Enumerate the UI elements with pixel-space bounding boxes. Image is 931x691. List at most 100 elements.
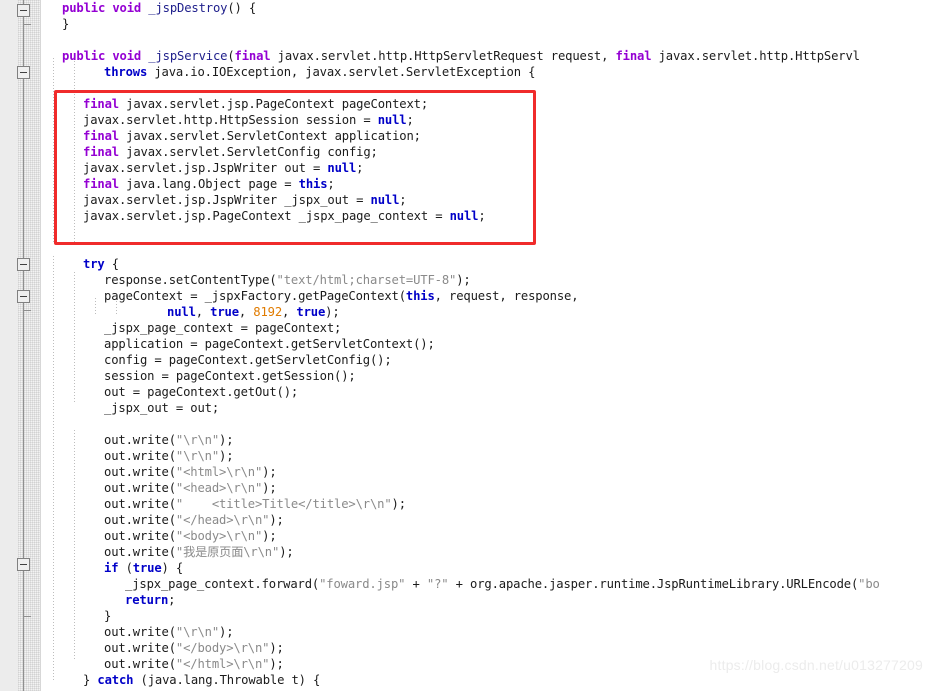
watermark-text: https://blog.csdn.net/u013277209 [709, 657, 923, 673]
code-token: out.write [104, 641, 169, 655]
code-token: ( [118, 561, 133, 575]
code-token: "</html>\r\n" [175, 657, 270, 671]
code-token: _jspx_page_context.forward( [125, 577, 320, 591]
code-token: out.write [104, 657, 169, 671]
code-token: javax.servlet.ServletConfig config; [118, 145, 378, 159]
code-token: (java.lang.Throwable t) { [133, 673, 321, 687]
code-token: ; [327, 177, 335, 191]
code-token: ( [168, 641, 176, 655]
code-token: null [377, 113, 407, 127]
code-token: ); [391, 497, 407, 511]
code-line: session = pageContext.getSession(); [41, 368, 880, 384]
code-token: _jspDestroy [148, 1, 228, 15]
code-token: { [104, 257, 119, 271]
code-token: true [296, 305, 326, 319]
fold-collapse-icon[interactable] [17, 66, 30, 79]
code-token: , request, response, [434, 289, 579, 303]
code-line: out.write("\r\n"); [41, 432, 880, 448]
code-token: } [104, 609, 112, 623]
code-token: final [83, 177, 119, 191]
code-token: out.write [104, 545, 169, 559]
fold-collapse-icon[interactable] [17, 258, 30, 271]
code-text-area[interactable]: public void _jspDestroy() {} public void … [41, 0, 931, 691]
code-line: out.write("<body>\r\n"); [41, 528, 880, 544]
code-line: } [41, 608, 880, 624]
code-token: javax.servlet.jsp.PageContext pageContex… [118, 97, 428, 111]
code-token: ); [279, 545, 294, 559]
code-line: public void _jspDestroy() { [41, 0, 880, 16]
code-line: out.write("\r\n"); [41, 624, 880, 640]
code-token: final [83, 97, 119, 111]
fold-strip [18, 0, 40, 691]
code-line: } [41, 16, 880, 32]
code-token: final [234, 49, 271, 63]
code-token: ); [325, 305, 340, 319]
code-token: null [449, 209, 479, 223]
code-token: "?" [426, 577, 449, 591]
code-line: javax.servlet.jsp.JspWriter out = null; [41, 160, 880, 176]
code-token: _jspService [148, 49, 228, 63]
code-line: out.write(" <title>Title</title>\r\n"); [41, 496, 880, 512]
code-line: if (true) { [41, 560, 880, 576]
code-token: ; [168, 593, 176, 607]
code-token: javax.servlet.jsp.PageContext _jspx_page… [83, 209, 450, 223]
code-line: pageContext = _jspxFactory.getPageContex… [41, 288, 880, 304]
code-line: out.write("我是原页面\r\n"); [41, 544, 880, 560]
code-token: "text/html;charset=UTF-8" [276, 273, 457, 287]
fold-collapse-icon[interactable] [17, 4, 30, 17]
code-token: public [62, 1, 113, 15]
code-token: _jspx_page_context = pageContext; [104, 321, 342, 335]
code-token: ); [262, 529, 277, 543]
code-token: public [62, 49, 113, 63]
code-line: final java.lang.Object page = this; [41, 176, 880, 192]
code-token: final [615, 49, 652, 63]
code-token: javax.servlet.http.HttpServl [651, 49, 860, 63]
code-token: response.setContentType [104, 273, 270, 287]
code-token: true [210, 305, 239, 319]
code-line: out = pageContext.getOut(); [41, 384, 880, 400]
code-token: ); [269, 657, 284, 671]
code-token: null [167, 305, 196, 319]
code-token: out.write [104, 625, 169, 639]
code-line: out.write("</body>\r\n"); [41, 640, 880, 656]
code-token: java.lang.Object page = [118, 177, 299, 191]
code-token: ); [269, 641, 284, 655]
code-token: ( [168, 529, 176, 543]
code-token: final [83, 145, 119, 159]
code-token: ; [478, 209, 486, 223]
code-token: javax.servlet.http.HttpSession session = [83, 113, 378, 127]
code-token: "</head>\r\n" [175, 513, 270, 527]
code-token: this [298, 177, 328, 191]
code-line: config = pageContext.getServletConfig(); [41, 352, 880, 368]
fold-end-tick-icon [23, 310, 31, 311]
code-token: ( [269, 273, 277, 287]
code-token: ( [168, 481, 176, 495]
code-line: final javax.servlet.ServletContext appli… [41, 128, 880, 144]
code-token: "我是原页面\r\n" [175, 545, 280, 559]
code-token: ); [262, 481, 277, 495]
code-token: () { [227, 1, 257, 15]
code-token: ( [168, 449, 176, 463]
code-token: "bo [858, 577, 880, 591]
fold-collapse-icon[interactable] [17, 558, 30, 571]
code-line: return; [41, 592, 880, 608]
code-token: javax.servlet.jsp.JspWriter _jspx_out = [83, 193, 371, 207]
code-token: javax.servlet.jsp.JspWriter out = [83, 161, 328, 175]
code-token: return [125, 593, 169, 607]
code-token: throws [104, 65, 148, 79]
code-token: out = pageContext.getOut(); [104, 385, 299, 399]
fold-collapse-icon[interactable] [17, 290, 30, 303]
code-token: out.write [104, 529, 169, 543]
code-token: ); [219, 625, 234, 639]
code-line: javax.servlet.jsp.PageContext _jspx_page… [41, 208, 880, 224]
code-line: try { [41, 256, 880, 272]
code-line: _jspx_out = out; [41, 400, 880, 416]
code-token: "foward.jsp" [319, 577, 406, 591]
code-token: void [112, 1, 149, 15]
code-token: try [83, 257, 105, 271]
code-line: public void _jspService(final javax.serv… [41, 48, 880, 64]
code-token: ); [219, 449, 234, 463]
code-line: javax.servlet.jsp.JspWriter _jspx_out = … [41, 192, 880, 208]
